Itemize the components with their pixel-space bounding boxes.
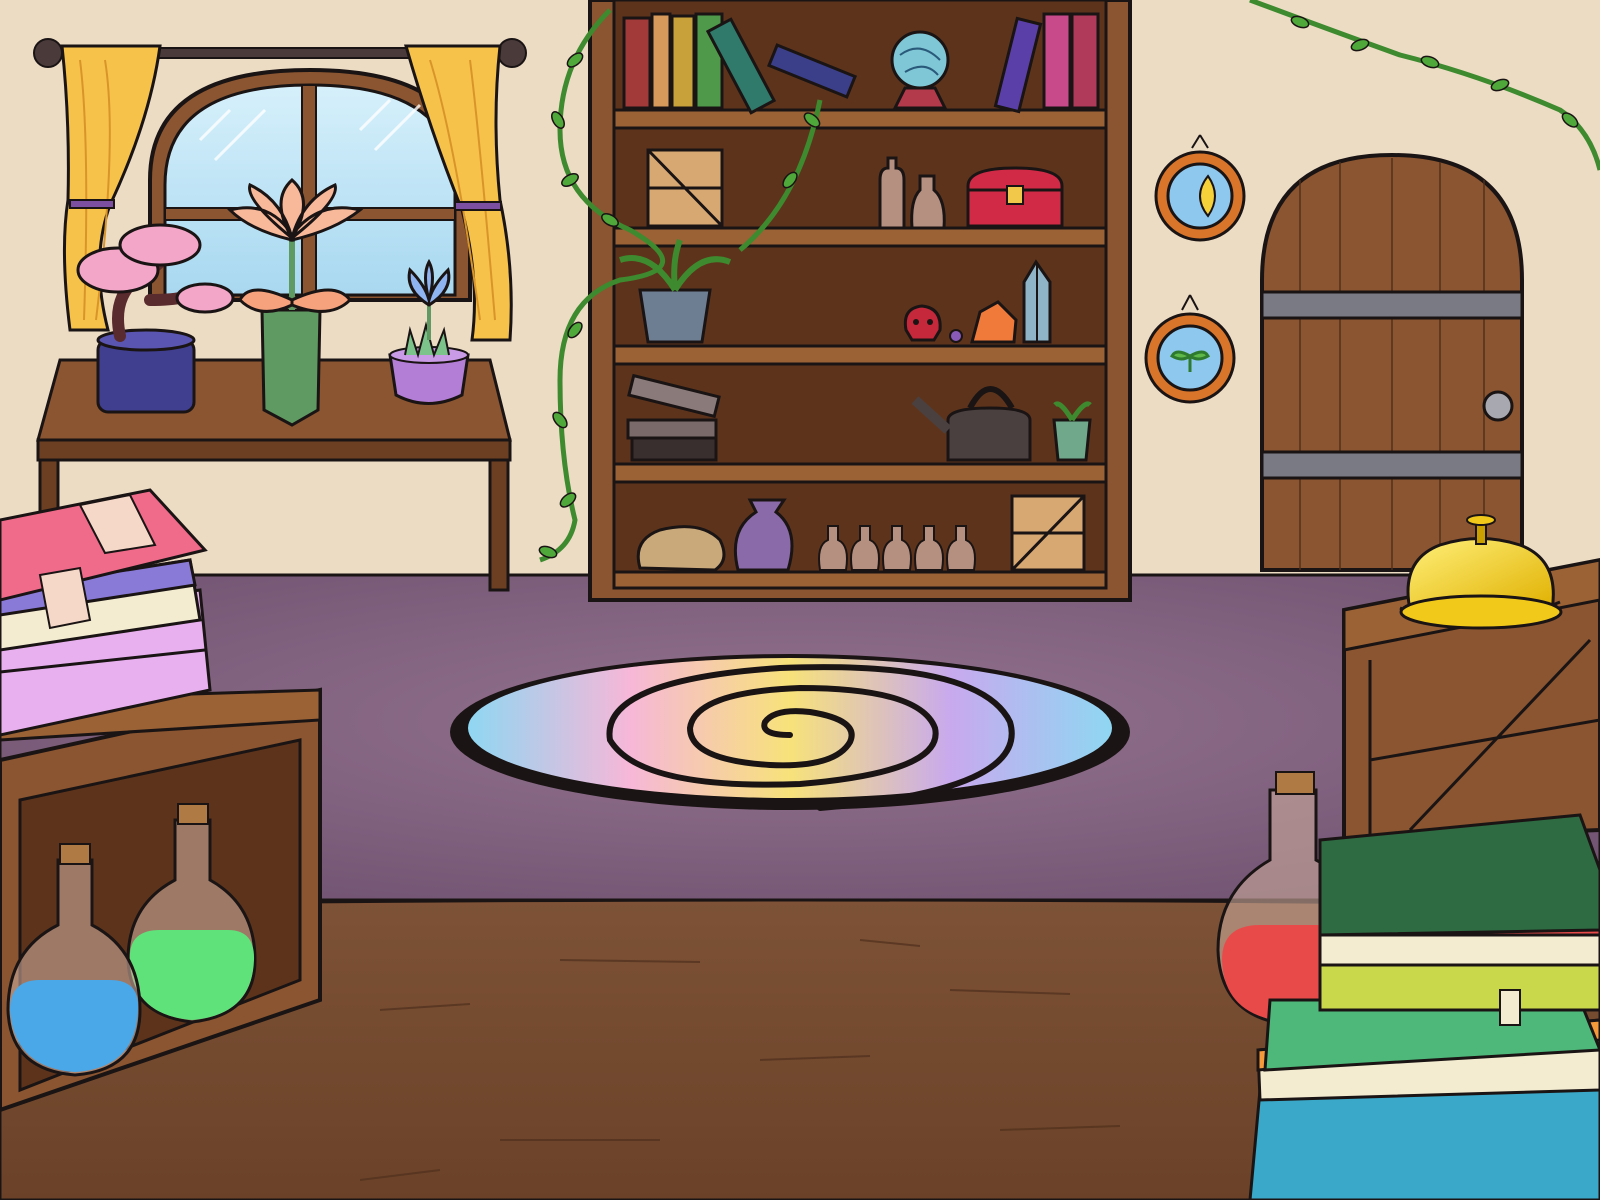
books-icon[interactable] — [0, 488, 212, 737]
door-icon[interactable] — [1260, 152, 1524, 572]
escape-room-scene — [0, 0, 1600, 1200]
chest-icon[interactable] — [966, 166, 1064, 228]
crystal-ball-icon[interactable] — [890, 30, 950, 110]
skull-icon[interactable] — [903, 304, 942, 342]
shelf-crate[interactable] — [1010, 494, 1086, 572]
small-crate[interactable] — [646, 148, 724, 228]
portal-icon[interactable] — [450, 654, 1130, 811]
